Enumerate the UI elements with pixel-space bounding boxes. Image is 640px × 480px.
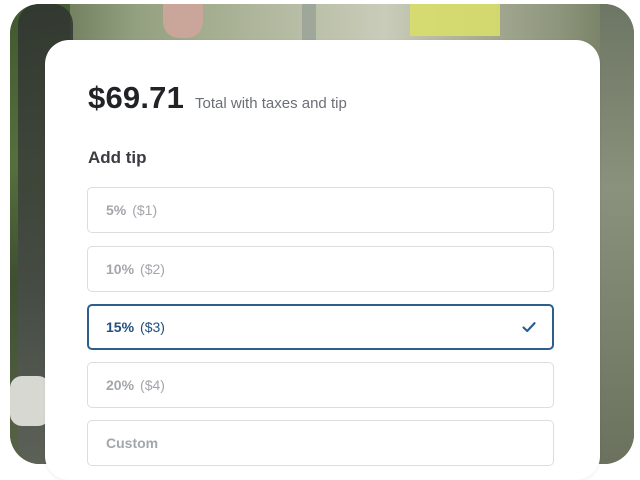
total-row: $69.71 Total with taxes and tip <box>88 80 347 116</box>
tip-option-percent: 5% <box>106 202 127 218</box>
total-caption: Total with taxes and tip <box>195 95 347 112</box>
tip-option-15[interactable]: 15% ($3) <box>87 304 554 350</box>
tip-option-5[interactable]: 5% ($1) <box>87 187 554 233</box>
tip-option-amount: ($1) <box>132 202 158 218</box>
tip-option-percent: 20% <box>106 377 135 393</box>
background-highlight <box>410 4 500 36</box>
tip-option-custom-label: Custom <box>106 435 159 451</box>
tip-option-amount: ($3) <box>140 319 165 335</box>
background-shoe <box>10 376 50 426</box>
tip-option-10[interactable]: 10% ($2) <box>87 246 554 292</box>
tip-option-custom[interactable]: Custom <box>87 420 554 466</box>
background-hand <box>163 4 203 38</box>
add-tip-heading: Add tip <box>88 148 147 167</box>
total-amount: $69.71 <box>88 80 185 115</box>
tip-option-amount: ($2) <box>140 261 165 277</box>
tip-option-20[interactable]: 20% ($4) <box>87 362 554 408</box>
checkmark-icon <box>522 322 536 333</box>
tip-card: $69.71 Total with taxes and tip Add tip … <box>45 40 600 480</box>
background-tree <box>600 4 634 464</box>
background-pole <box>302 4 316 44</box>
tip-option-amount: ($4) <box>140 377 165 393</box>
tip-option-percent: 15% <box>106 319 135 335</box>
tip-option-percent: 10% <box>106 261 135 277</box>
